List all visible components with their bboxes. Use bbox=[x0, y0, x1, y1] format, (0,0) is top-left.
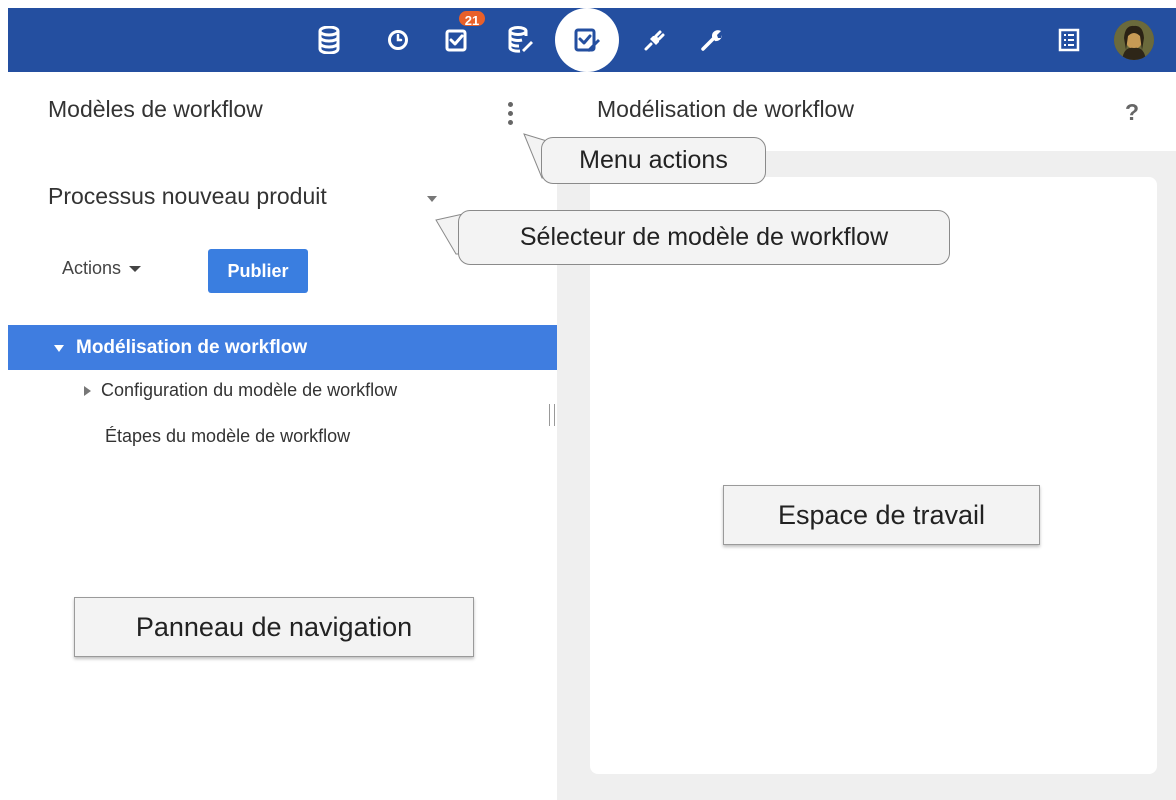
annotation-workspace: Espace de travail bbox=[723, 485, 1040, 545]
workspace-title: Modélisation de workflow bbox=[597, 96, 854, 122]
help-icon[interactable]: ? bbox=[1125, 99, 1139, 126]
annotation-navigation-panel: Panneau de navigation bbox=[74, 597, 474, 657]
annotation-menu-actions: Menu actions bbox=[541, 137, 766, 184]
clock-icon[interactable] bbox=[378, 8, 418, 72]
actions-dropdown[interactable]: Actions bbox=[62, 258, 142, 279]
tree-item-label: Configuration du modèle de workflow bbox=[101, 380, 398, 400]
notification-badge: 21 bbox=[457, 9, 487, 28]
page-title: Modèles de workflow bbox=[48, 96, 263, 122]
database-icon[interactable] bbox=[309, 8, 349, 72]
data-edit-icon[interactable] bbox=[501, 8, 541, 72]
workflow-icon[interactable] bbox=[555, 8, 619, 72]
model-selector[interactable]: Processus nouveau produit bbox=[48, 183, 327, 210]
tree-item-model-steps[interactable]: Étapes du modèle de workflow bbox=[105, 426, 350, 447]
collapsed-triangle-icon[interactable] bbox=[84, 385, 91, 396]
kebab-menu-icon[interactable] bbox=[500, 96, 520, 130]
wrench-icon[interactable] bbox=[692, 8, 732, 72]
tree-item-workflow-modeling[interactable]: Modélisation de workflow bbox=[8, 325, 557, 370]
caret-down-icon bbox=[129, 265, 142, 272]
avatar[interactable] bbox=[1114, 20, 1154, 60]
workspace-card bbox=[590, 177, 1157, 774]
list-icon[interactable] bbox=[1049, 8, 1089, 72]
publish-button[interactable]: Publier bbox=[208, 249, 308, 293]
actions-label: Actions bbox=[62, 258, 122, 278]
tree-item-label: Étapes du modèle de workflow bbox=[105, 426, 351, 446]
tree-item-model-configuration[interactable]: Configuration du modèle de workflow bbox=[84, 380, 397, 401]
expanded-triangle-icon[interactable] bbox=[54, 345, 64, 352]
plug-icon[interactable] bbox=[635, 8, 675, 72]
tree-item-label: Modélisation de workflow bbox=[76, 336, 308, 358]
panel-splitter[interactable] bbox=[549, 404, 555, 426]
annotation-model-selector: Sélecteur de modèle de workflow bbox=[458, 210, 950, 265]
chevron-down-icon[interactable] bbox=[427, 196, 437, 202]
